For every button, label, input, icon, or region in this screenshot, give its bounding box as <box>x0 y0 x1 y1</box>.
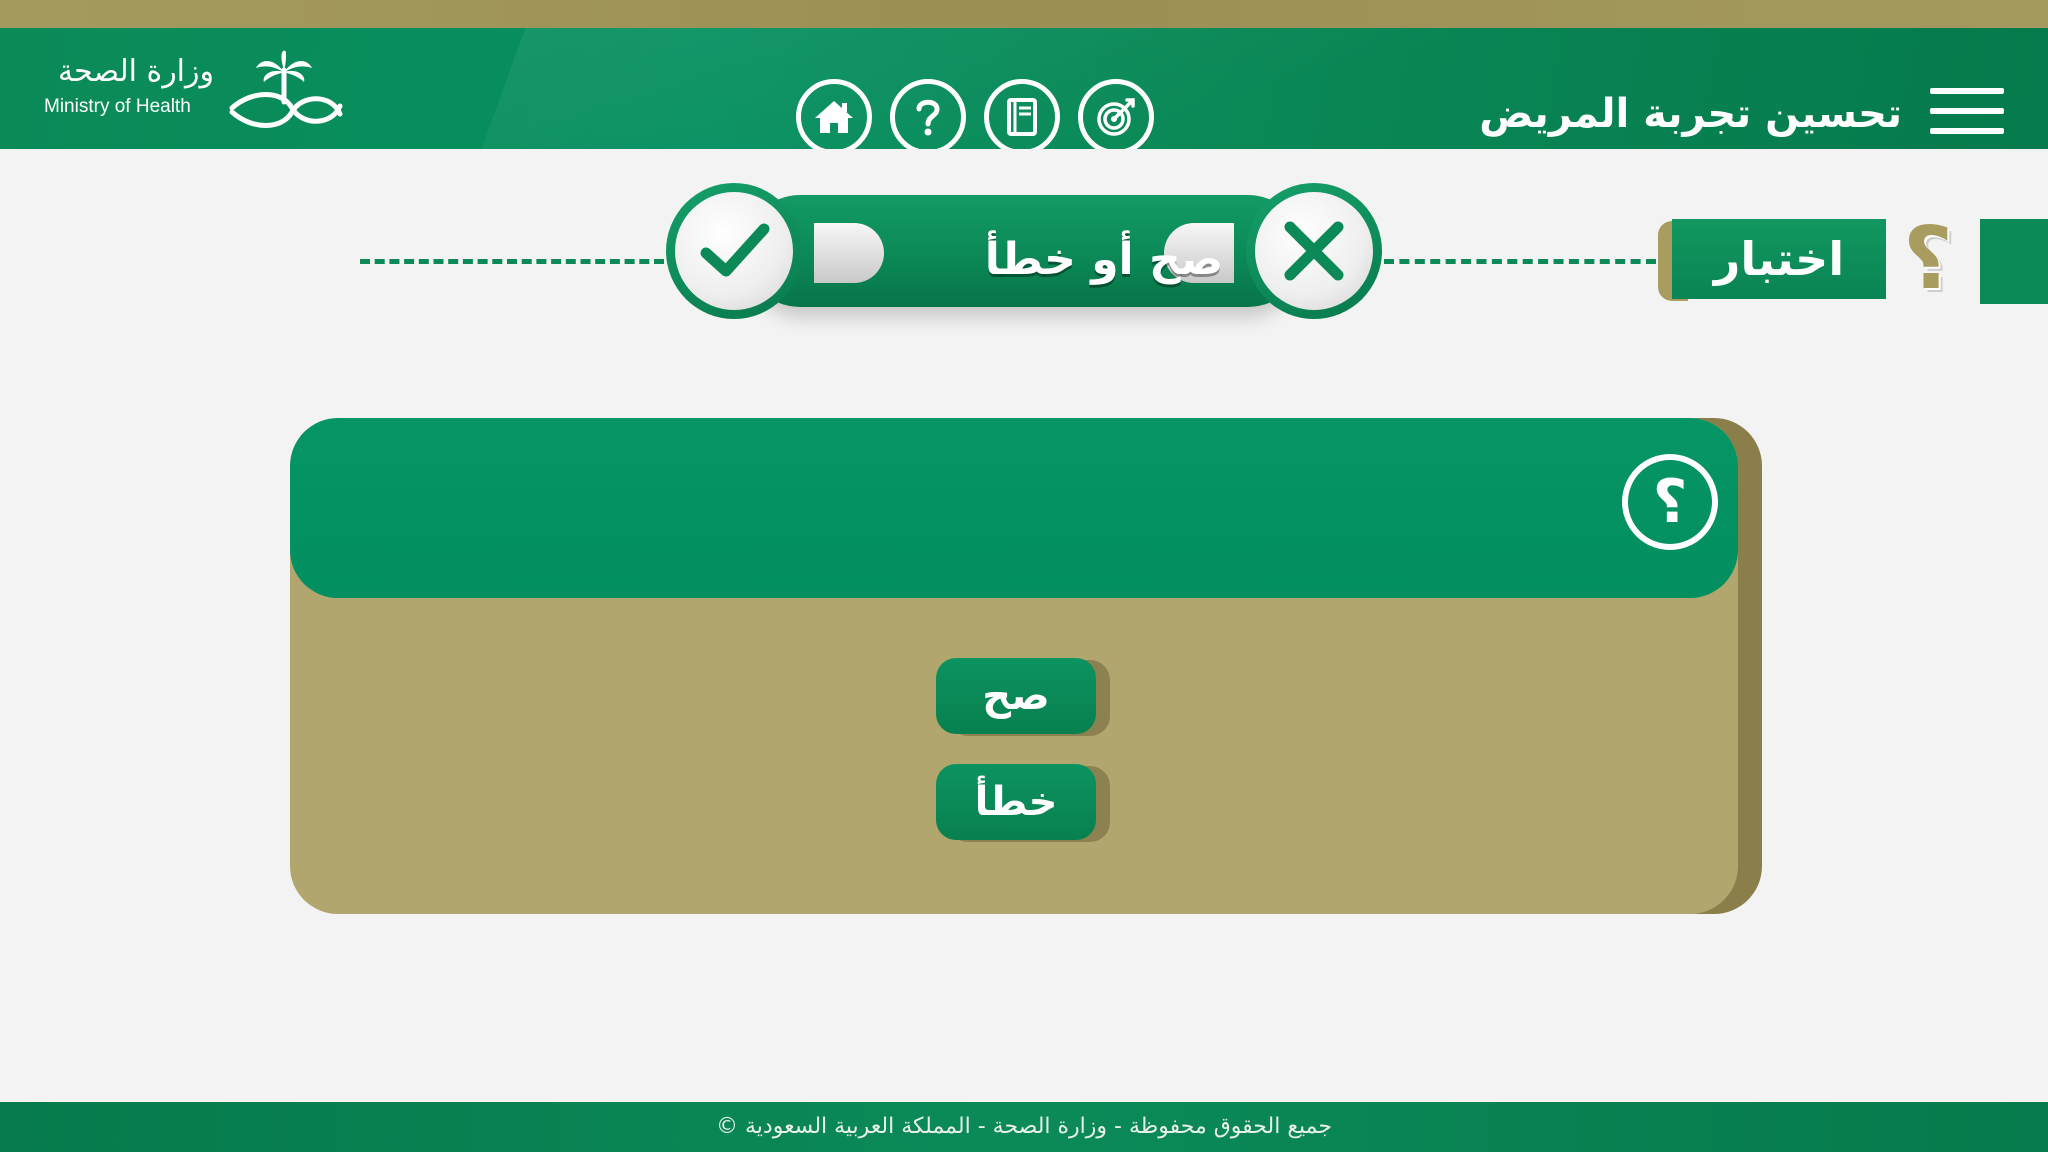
app-title: تحسين تجربة المريض <box>1479 91 1902 137</box>
quiz-section-tag: اختبار <box>1658 219 1888 302</box>
ministry-logo: وزارة الصحة Ministry of Health <box>44 50 364 132</box>
question-header: ؟ <box>290 418 1738 598</box>
hamburger-menu-icon <box>1930 128 2004 134</box>
footer: جميع الحقوق محفوظة - وزارة الصحة - الممل… <box>0 1102 2048 1152</box>
hamburger-menu-icon <box>1930 108 2004 114</box>
menu-button[interactable] <box>1930 86 2004 146</box>
palm-emblem-icon <box>229 50 343 128</box>
question-circle-icon: ؟ <box>1622 454 1718 550</box>
answer-true-option: صح <box>936 658 1110 736</box>
checkmark-badge <box>666 183 802 319</box>
question-text <box>370 458 1570 558</box>
question-mark-icon: ؟ <box>1903 209 1953 309</box>
help-button[interactable] <box>890 79 966 149</box>
quiz-section-label: اختبار <box>1672 219 1886 299</box>
cross-badge <box>1246 183 1382 319</box>
pill-highlight <box>814 223 884 283</box>
answer-false-option: خطأ <box>936 764 1110 842</box>
dashed-divider-right <box>1384 259 1656 264</box>
top-decorative-strip <box>0 0 2048 28</box>
hamburger-menu-icon <box>1930 88 2004 94</box>
app-header: وزارة الصحة Ministry of Health تحسين تجر… <box>0 28 2048 149</box>
true-button[interactable]: صح <box>936 658 1096 734</box>
logo-english-text: Ministry of Health <box>44 96 191 117</box>
close-icon <box>1284 221 1344 281</box>
dashed-divider-left <box>360 259 664 264</box>
true-false-pill: صح أو خطأ <box>744 195 1304 307</box>
question-icon <box>916 99 940 136</box>
quiz-type-title: صح أو خطأ <box>984 234 1224 285</box>
checkmark-icon <box>700 223 770 277</box>
true-false-banner: صح أو خطأ <box>666 183 1382 335</box>
home-icon <box>815 101 853 133</box>
logo-arabic-text: وزارة الصحة <box>58 54 214 89</box>
copyright-text: جميع الحقوق محفوظة - وزارة الصحة - الممل… <box>716 1114 1332 1139</box>
home-button[interactable] <box>796 79 872 149</box>
target-icon <box>1097 98 1135 136</box>
goals-button[interactable] <box>1078 79 1154 149</box>
false-button[interactable]: خطأ <box>936 764 1096 840</box>
book-icon <box>1007 98 1037 136</box>
guide-button[interactable] <box>984 79 1060 149</box>
header-nav-icons <box>796 79 1160 149</box>
quiz-edge-bar <box>1980 219 2048 304</box>
